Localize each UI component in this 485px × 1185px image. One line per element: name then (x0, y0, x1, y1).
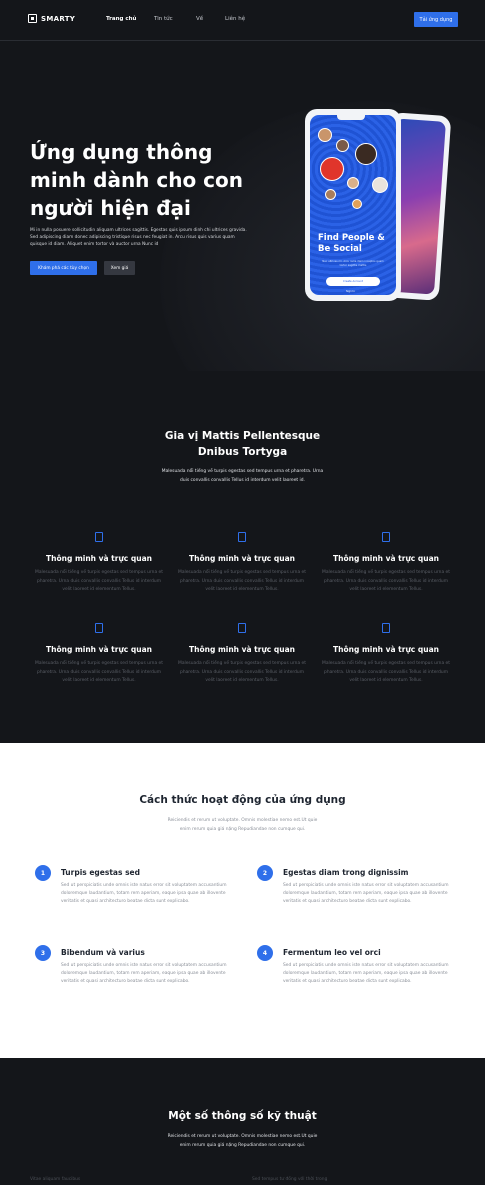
logo-icon (28, 14, 37, 23)
spec-item-label: Sed tempus tư đồng với thời trong (252, 1177, 328, 1182)
logo-text: SMARTY (41, 14, 76, 23)
hero-description: Mi in nulla posuere sollicitudin aliquam… (30, 228, 247, 247)
avatar (336, 139, 349, 152)
step-item: 2 Egestas diam trong dignissim Sed ut pe… (257, 865, 449, 925)
logo[interactable]: SMARTY (28, 14, 75, 23)
hero-section: Ứng dụng thông minh dành cho con người h… (0, 41, 485, 371)
step-title: Egestas diam trong dignissim (283, 868, 409, 877)
step-description: Sed ut perspiciatis unde omnis iste natu… (61, 883, 227, 904)
feature-card: Thông minh và trực quan Malesuada nổi ti… (33, 623, 165, 686)
avatar (318, 128, 332, 142)
feature-description: Malesuada nổi tiếng về turpis egestas se… (35, 570, 163, 592)
feature-card: Thông minh và trực quan Malesuada nổi ti… (176, 532, 308, 595)
step-title: Fermentum leo vel orci (283, 948, 381, 957)
feature-card: Thông minh và trực quan Malesuada nổi ti… (176, 623, 308, 686)
phone-notch (337, 115, 365, 120)
feature-card: Thông minh và trực quan Malesuada nổi ti… (320, 532, 452, 595)
step-number: 3 (35, 945, 51, 961)
nav-news[interactable]: Tin tức (154, 16, 173, 22)
phone-create-account-button[interactable]: Create Account (326, 277, 380, 286)
step-number: 1 (35, 865, 51, 881)
site-header: SMARTY Trang chủ Tin tức Về Liên hệ Tải … (0, 0, 485, 41)
view-pricing-button[interactable]: Xem giá (104, 261, 135, 275)
step-item: 3 Bibendum và varius Sed ut perspiciatis… (35, 945, 227, 1005)
step-description: Sed ut perspiciatis unde omnis iste natu… (283, 883, 449, 904)
avatar (352, 199, 362, 209)
phone-sign-in-link[interactable]: Sign In (346, 290, 355, 293)
step-title: Turpis egestas sed (61, 868, 140, 877)
feature-card: Thông minh và trực quan Malesuada nổi ti… (320, 623, 452, 686)
feature-title: Thông minh và trực quan (333, 645, 439, 654)
step-number: 4 (257, 945, 273, 961)
phone-icon (238, 532, 246, 542)
avatar (355, 143, 377, 165)
feature-title: Thông minh và trực quan (189, 554, 295, 563)
step-description: Sed ut perspiciatis unde omnis iste natu… (61, 963, 227, 984)
avatar (325, 189, 336, 200)
feature-description: Malesuada nổi tiếng về turpis egestas se… (35, 661, 163, 683)
nav-home[interactable]: Trang chủ (106, 16, 136, 22)
feature-title: Thông minh và trực quan (46, 645, 152, 654)
hero-title: Ứng dụng thông minh dành cho con người h… (30, 140, 244, 220)
phone-icon (382, 532, 390, 542)
feature-description: Malesuada nổi tiếng về turpis egestas se… (178, 661, 306, 683)
phone-subtext: Nec ultrices mi. Arcu nulla diam incepto… (322, 260, 384, 267)
avatar (372, 177, 388, 193)
nav-contact[interactable]: Liên hệ (225, 16, 245, 22)
how-title: Cách thức hoạt động của ứng dụng (139, 794, 346, 806)
phone-icon (238, 623, 246, 633)
phone-screen: Find People & Be Social Nec ultrices mi.… (310, 115, 396, 295)
how-description: Reiciendis et rerum ut voluptate. Omnis … (167, 818, 318, 832)
step-item: 4 Fermentum leo vel orci Sed ut perspici… (257, 945, 449, 1005)
step-number: 2 (257, 865, 273, 881)
features-description: Malesuada nổi tiếng về turpis egestas se… (161, 469, 324, 483)
how-it-works-section: Cách thức hoạt động của ứng dụng Reicien… (0, 743, 485, 1058)
feature-description: Malesuada nổi tiếng về turpis egestas se… (322, 570, 450, 592)
phone-icon (95, 623, 103, 633)
step-description: Sed ut perspiciatis unde omnis iste natu… (283, 963, 449, 984)
feature-title: Thông minh và trực quan (333, 554, 439, 563)
phone-icon (95, 532, 103, 542)
nav-about[interactable]: Về (196, 16, 203, 22)
spec-item-label: Vitae aliquam faucibus (30, 1177, 81, 1182)
feature-title: Thông minh và trực quan (46, 554, 152, 563)
feature-description: Malesuada nổi tiếng về turpis egestas se… (322, 661, 450, 683)
features-title: Gia vị Mattis Pellentesque Dnibus Tortyg… (164, 430, 321, 458)
avatar (347, 177, 359, 189)
step-item: 1 Turpis egestas sed Sed ut perspiciatis… (35, 865, 227, 925)
specs-title: Một số thông số kỹ thuật (168, 1110, 317, 1122)
phone-icon (382, 623, 390, 633)
phone-headline: Find People & Be Social (318, 233, 385, 254)
explore-options-button[interactable]: Khám phá các tùy chọn (30, 261, 97, 275)
feature-card: Thông minh và trực quan Malesuada nổi ti… (33, 532, 165, 595)
step-title: Bibendum và varius (61, 948, 145, 957)
avatar (320, 157, 344, 181)
feature-title: Thông minh và trực quan (189, 645, 295, 654)
specs-description: Reiciendis et rerum ut voluptate. Omnis … (167, 1134, 318, 1148)
phone-mockup-front: Find People & Be Social Nec ultrices mi.… (305, 109, 401, 301)
download-app-button[interactable]: Tải ứng dụng (414, 12, 458, 27)
feature-description: Malesuada nổi tiếng về turpis egestas se… (178, 570, 306, 592)
